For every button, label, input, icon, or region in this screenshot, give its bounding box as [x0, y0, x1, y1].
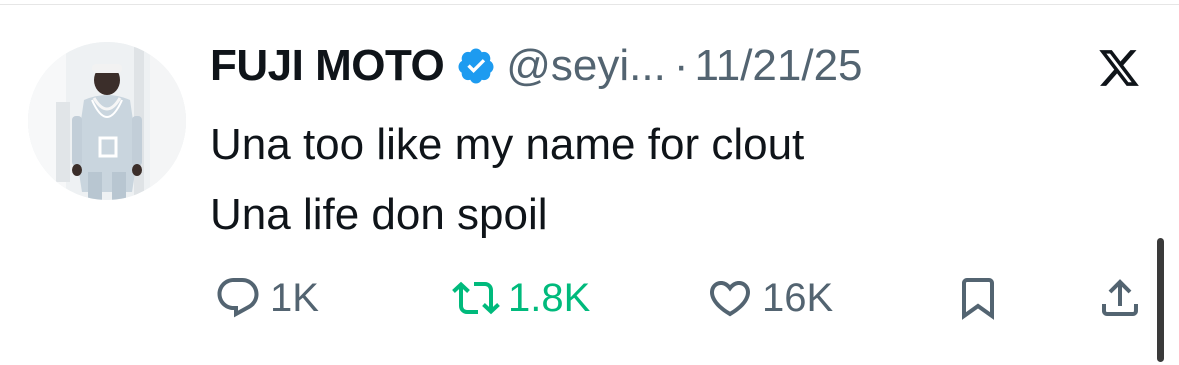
like-count: 16K: [762, 275, 834, 320]
share-button[interactable]: [1096, 272, 1144, 324]
verified-badge-icon: [458, 48, 494, 84]
avatar[interactable]: [28, 42, 186, 200]
action-bar: 1K 1.8K 16K: [0, 272, 1179, 324]
x-logo-icon: [1099, 50, 1139, 86]
heart-icon: [709, 281, 751, 317]
author-handle[interactable]: @seyi...: [506, 41, 666, 91]
tweet-line: Una too like my name for clout: [210, 120, 805, 169]
top-divider: [0, 4, 1179, 5]
separator-dot: ·: [673, 41, 689, 90]
like-button[interactable]: 16K: [706, 272, 833, 324]
avatar-photo: [28, 42, 186, 200]
repost-icon: [452, 281, 500, 315]
share-icon: [1102, 279, 1138, 316]
reply-icon: [217, 278, 259, 318]
reply-button[interactable]: 1K: [214, 272, 319, 324]
tweet-line: Una life don spoil: [210, 190, 548, 239]
repost-count: 1.8K: [508, 275, 591, 320]
bookmark-button[interactable]: [954, 272, 1002, 324]
bookmark-icon: [962, 278, 994, 320]
reply-count: 1K: [270, 275, 319, 320]
scrollbar[interactable]: [1157, 238, 1164, 362]
tweet-date[interactable]: 11/21/25: [695, 41, 863, 91]
repost-button[interactable]: 1.8K: [452, 272, 590, 324]
tweet-text: Una too like my name for clout Una life …: [210, 110, 804, 250]
tweet-header: FUJI MOTO @seyi... · 11/21/25: [210, 40, 863, 92]
display-name[interactable]: FUJI MOTO: [210, 41, 445, 91]
